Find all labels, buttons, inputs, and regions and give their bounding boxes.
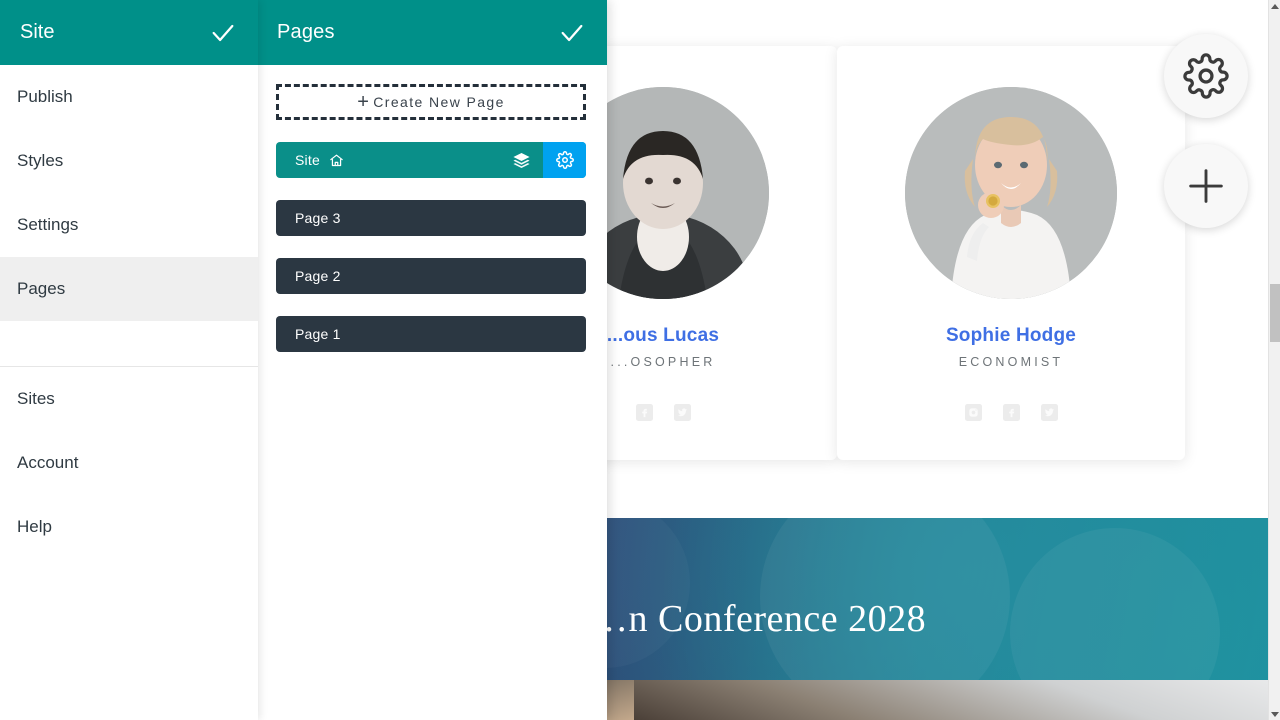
plus-icon — [1189, 169, 1223, 203]
sidebar-item-label: Help — [17, 517, 52, 536]
pages-panel: Pages + Create New Page Site Page 3 Page… — [257, 0, 607, 720]
facebook-icon[interactable] — [1002, 404, 1020, 421]
social-links — [837, 404, 1185, 421]
floating-settings-button[interactable] — [1164, 34, 1248, 118]
sidebar-item-help[interactable]: Help — [0, 495, 258, 559]
sidebar-item-label: Account — [17, 453, 79, 472]
sidebar-item-account[interactable]: Account — [0, 431, 258, 495]
page-settings-button[interactable] — [543, 142, 586, 178]
sidebar-item-label: Sites — [17, 389, 55, 408]
team-card[interactable]: Sophie Hodge ECONOMIST — [837, 46, 1185, 460]
sidebar-item-label: Publish — [17, 87, 73, 106]
site-confirm-button[interactable] — [208, 18, 238, 48]
instagram-icon[interactable] — [964, 404, 982, 421]
caret-down-icon — [1271, 711, 1279, 717]
layers-button[interactable] — [499, 142, 543, 178]
create-new-page-button[interactable]: + Create New Page — [276, 84, 586, 120]
sidebar-item-styles[interactable]: Styles — [0, 129, 258, 193]
sidebar-item-label: Settings — [17, 215, 79, 234]
check-icon — [212, 24, 234, 41]
person-role: ECONOMIST — [958, 355, 1064, 369]
page-row-page-1[interactable]: Page 1 — [276, 316, 586, 352]
sidebar-item-pages[interactable]: Pages — [0, 257, 258, 321]
sidebar-item-publish[interactable]: Publish — [0, 65, 258, 129]
site-sidebar: Site Publish Styles Settings Pages Sites… — [0, 0, 258, 720]
sidebar-item-sites[interactable]: Sites — [0, 367, 258, 431]
page-row-label: Page 3 — [295, 210, 341, 226]
vertical-scrollbar[interactable] — [1268, 0, 1280, 720]
gear-icon — [555, 151, 574, 169]
page-row-label: Page 2 — [295, 268, 341, 284]
check-icon — [561, 24, 583, 41]
photo-thumb — [634, 680, 1268, 720]
pages-confirm-button[interactable] — [557, 18, 587, 48]
layers-icon — [512, 152, 530, 168]
scrollbar-thumb[interactable] — [1270, 284, 1280, 342]
page-row-page-2[interactable]: Page 2 — [276, 258, 586, 294]
caret-up-icon — [1271, 3, 1279, 9]
person-name: Sophie Hodge — [945, 325, 1077, 346]
facebook-icon[interactable] — [635, 404, 653, 421]
pages-panel-body: + Create New Page Site Page 3 Page 2 Pag… — [257, 65, 607, 352]
create-new-page-label: Create New Page — [373, 94, 505, 110]
site-sidebar-title: Site — [20, 21, 55, 43]
page-row-site[interactable]: Site — [276, 142, 586, 178]
pages-panel-title: Pages — [277, 21, 335, 43]
avatar — [905, 87, 1117, 299]
app-root: ...ous Lucas ...OSOPHER Sophie Hodge ECO… — [0, 0, 1280, 720]
scroll-down-button[interactable] — [1269, 708, 1280, 720]
floating-add-button[interactable] — [1164, 144, 1248, 228]
pages-panel-header: Pages — [257, 0, 607, 65]
sidebar-item-label: Pages — [17, 279, 66, 298]
twitter-icon[interactable] — [1040, 404, 1058, 421]
home-icon — [329, 153, 344, 168]
page-row-label: Page 1 — [295, 326, 341, 342]
twitter-icon[interactable] — [673, 404, 691, 421]
sidebar-item-settings[interactable]: Settings — [0, 193, 258, 257]
gear-icon — [1183, 53, 1229, 99]
avatar-photo-female — [905, 87, 1117, 299]
sidebar-item-label: Styles — [17, 151, 64, 170]
scroll-up-button[interactable] — [1269, 0, 1280, 12]
page-row-page-3[interactable]: Page 3 — [276, 200, 586, 236]
site-sidebar-header: Site — [0, 0, 258, 65]
page-row-label: Site — [295, 152, 320, 168]
plus-icon: + — [357, 91, 371, 113]
